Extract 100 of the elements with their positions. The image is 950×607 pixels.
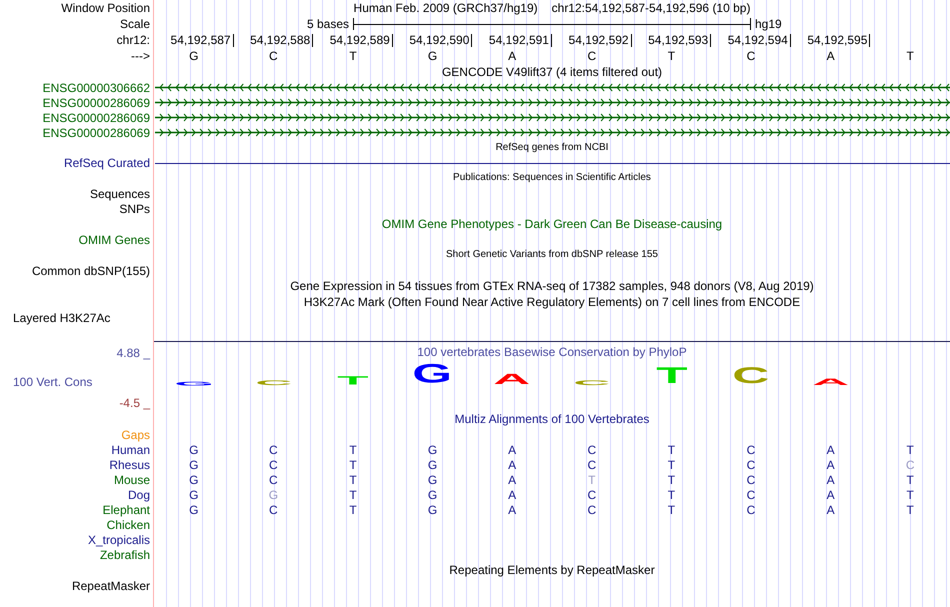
base-letter: C [269, 49, 278, 63]
aligned-base: T [349, 442, 357, 456]
aligned-base: G [428, 442, 438, 456]
track-label[interactable]: Chicken [106, 518, 150, 532]
track-label[interactable]: chr12: [116, 33, 150, 47]
aligned-base: C [587, 442, 596, 456]
logo-letter: T [337, 377, 369, 386]
track-label[interactable]: Human [111, 442, 150, 456]
aligned-base: C [587, 458, 596, 472]
assembly-text: hg19 [754, 17, 783, 31]
aligned-base: A [508, 458, 516, 472]
aligned-base: T [668, 488, 676, 502]
track-label[interactable]: ENSG00000286069 [42, 96, 150, 110]
ruler-position: 54,192,592 [568, 34, 632, 46]
aligned-base: G [428, 458, 438, 472]
aligned-base: C [587, 488, 596, 502]
logo-letter: A [494, 375, 531, 386]
track-label[interactable]: Scale [120, 17, 150, 31]
aligned-base: T [906, 472, 914, 486]
aligned-base: G [189, 502, 198, 516]
aligned-base: A [826, 502, 835, 516]
base-letter: T [349, 49, 357, 63]
track-label[interactable]: Mouse [114, 472, 150, 486]
scale-text: 5 bases [306, 17, 350, 31]
gene-feature[interactable] [154, 113, 950, 122]
aligned-base: C [269, 472, 278, 486]
logo-letter: C [732, 369, 770, 386]
aligned-base: A [826, 488, 835, 502]
base-letter: T [668, 49, 676, 63]
track-title: OMIM Gene Phenotypes - Dark Green Can Be Disease-causing [382, 217, 722, 231]
track-label[interactable]: Sequences [90, 186, 150, 200]
base-letter: T [906, 49, 914, 63]
ruler-position: 54,192,591 [488, 34, 552, 46]
track-label[interactable]: Window Position [61, 1, 150, 15]
aligned-base: T [349, 458, 357, 472]
aligned-base: C [746, 488, 756, 502]
track-label[interactable]: 100 Vert. Cons [0, 375, 92, 389]
ruler-position: 54,192,589 [330, 34, 393, 46]
track-label[interactable]: Common dbSNP(155) [32, 264, 150, 278]
aligned-base: G [189, 458, 198, 472]
aligned-base: G [189, 442, 198, 456]
ruler-position: 54,192,594 [728, 34, 791, 46]
base-letter: C [587, 49, 596, 63]
ruler-position: 54,192,588 [250, 34, 314, 46]
track-title: H3K27Ac Mark (Often Found Near Active Regulatory Elements) on 7 cell lines from ENCODE [304, 295, 800, 309]
track-title: Multiz Alignments of 100 Vertebrates [454, 412, 650, 426]
track-label[interactable]: Layered H3K27Ac [13, 311, 110, 325]
track-label[interactable]: ENSG00000306662 [42, 80, 150, 94]
aligned-base: A [826, 472, 835, 486]
aligned-base: T [668, 458, 676, 472]
track-title: Gene Expression in 54 tissues from GTEx RNA-seq of 17382 samples, 948 donors (V8, Aug 2019) [290, 279, 814, 293]
gene-feature[interactable] [154, 128, 950, 137]
aligned-base: T [588, 472, 596, 486]
aligned-base: G [189, 472, 198, 486]
track-label[interactable]: Rhesus [109, 458, 150, 472]
aligned-base: A [508, 472, 516, 486]
aligned-base: G [428, 488, 438, 502]
track-label[interactable]: ENSG00000286069 [42, 126, 150, 140]
gene-feature[interactable] [154, 83, 950, 92]
track-title: 100 vertebrates Basewise Conservation by PhyloP [417, 345, 687, 359]
track-label[interactable]: OMIM Genes [78, 232, 150, 246]
aligned-base: T [668, 442, 676, 456]
track-label[interactable]: Elephant [102, 502, 150, 516]
track-label[interactable]: ---> [131, 49, 150, 63]
base-letter: A [826, 49, 835, 63]
aligned-base: C [906, 458, 915, 472]
track-label[interactable]: RepeatMasker [72, 578, 150, 592]
aligned-base: C [746, 442, 756, 456]
base-letter: C [746, 49, 756, 63]
track-label[interactable]: SNPs [119, 202, 150, 216]
track-label[interactable]: Zebrafish [100, 548, 150, 562]
aligned-base: T [349, 472, 357, 486]
aligned-base: A [508, 502, 516, 516]
aligned-base: C [746, 472, 756, 486]
track-title: Short Genetic Variants from dbSNP release 155 [446, 248, 658, 262]
ruler-position: 54,192,587 [170, 34, 234, 46]
aligned-base: G [428, 502, 438, 516]
aligned-base: T [668, 502, 676, 516]
track-label[interactable]: RefSeq Curated [64, 156, 150, 170]
logo-letter: A [812, 379, 850, 386]
aligned-base: G [268, 488, 278, 502]
aligned-base: T [906, 488, 914, 502]
aligned-base: C [587, 502, 596, 516]
ruler-position: 54,192,590 [409, 34, 472, 46]
track-title: GENCODE V49lift37 (4 items filtered out) [442, 65, 662, 79]
logo-letter: T [656, 369, 688, 386]
track-title: Publications: Sequences in Scientific Articles [453, 171, 651, 185]
aligned-base: T [668, 472, 676, 486]
axis-min: -4.5 _ [119, 396, 152, 410]
track-label[interactable]: ENSG00000286069 [42, 110, 150, 124]
aligned-base: A [826, 458, 835, 472]
track-label[interactable]: Dog [128, 488, 150, 502]
gene-feature[interactable] [154, 98, 950, 107]
base-letter: G [428, 49, 438, 63]
track-label[interactable]: X_tropicalis [88, 532, 150, 546]
logo-letter: G [412, 366, 452, 386]
aligned-base: T [906, 442, 914, 456]
aligned-base: T [349, 488, 357, 502]
aligned-base: G [189, 488, 198, 502]
track-title: RefSeq genes from NCBI [496, 141, 608, 155]
